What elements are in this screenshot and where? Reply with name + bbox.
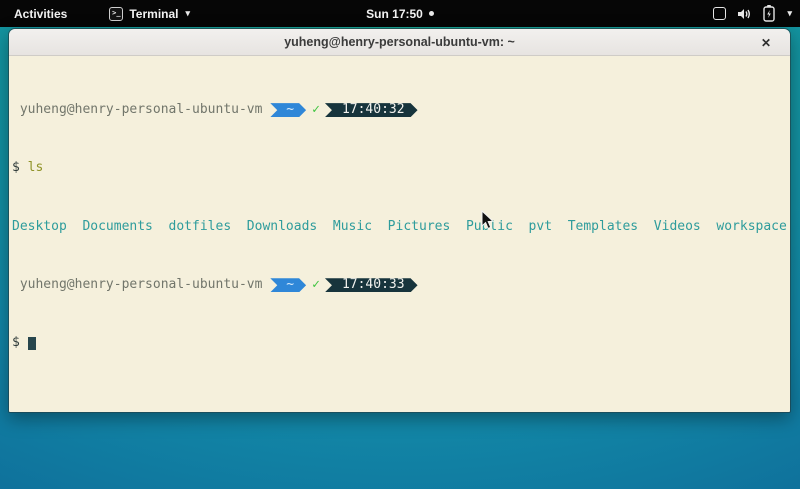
prompt-line: yuheng@henry-personal-ubuntu-vm ~ ✓ 17:4… xyxy=(12,103,788,118)
prompt-username: yuheng@henry-personal-ubuntu-vm xyxy=(12,103,270,118)
battery-charging-icon xyxy=(763,5,775,22)
powerline-path-segment: ~ xyxy=(270,103,306,117)
prompt-dollar: $ xyxy=(12,336,28,351)
desktop: Activities >_ Terminal ▾ Sun 17:50 ▾ xyxy=(0,0,800,489)
powerline-time-segment: 17:40:32 xyxy=(325,103,418,117)
terminal-cursor xyxy=(28,337,36,350)
activities-button[interactable]: Activities xyxy=(10,7,71,21)
prompt-username: yuheng@henry-personal-ubuntu-vm xyxy=(12,278,270,293)
prompt-line: yuheng@henry-personal-ubuntu-vm ~ ✓ 17:4… xyxy=(12,278,788,293)
screen-icon xyxy=(713,7,726,20)
window-title: yuheng@henry-personal-ubuntu-vm: ~ xyxy=(284,35,515,49)
typed-command: ls xyxy=(28,161,44,176)
terminal-icon: >_ xyxy=(109,7,123,21)
app-menu-label: Terminal xyxy=(129,7,178,21)
powerline-path-segment: ~ xyxy=(270,278,306,292)
top-bar: Activities >_ Terminal ▾ Sun 17:50 ▾ xyxy=(0,0,800,27)
clock-label: Sun 17:50 xyxy=(366,7,423,21)
current-prompt-line[interactable]: $ xyxy=(12,336,788,351)
prompt-dollar: $ xyxy=(12,161,28,176)
chevron-down-icon: ▾ xyxy=(185,8,190,19)
close-button[interactable]: ✕ xyxy=(756,29,776,56)
terminal-content[interactable]: yuheng@henry-personal-ubuntu-vm ~ ✓ 17:4… xyxy=(9,56,790,412)
terminal-window: yuheng@henry-personal-ubuntu-vm: ~ ✕ yuh… xyxy=(8,28,791,413)
notification-dot-icon xyxy=(429,11,434,16)
command-line: $ ls xyxy=(12,161,788,176)
system-menu-chevron-icon: ▾ xyxy=(787,8,792,19)
app-menu[interactable]: >_ Terminal ▾ xyxy=(109,7,190,21)
window-titlebar[interactable]: yuheng@henry-personal-ubuntu-vm: ~ ✕ xyxy=(9,29,790,56)
volume-icon xyxy=(737,7,752,21)
system-status-area[interactable]: ▾ xyxy=(713,0,792,27)
status-check-icon: ✓ xyxy=(312,278,320,293)
directory-listing: Desktop Documents dotfiles Downloads Mus… xyxy=(12,220,788,235)
powerline-time-segment: 17:40:33 xyxy=(325,278,418,292)
status-check-icon: ✓ xyxy=(312,103,320,118)
